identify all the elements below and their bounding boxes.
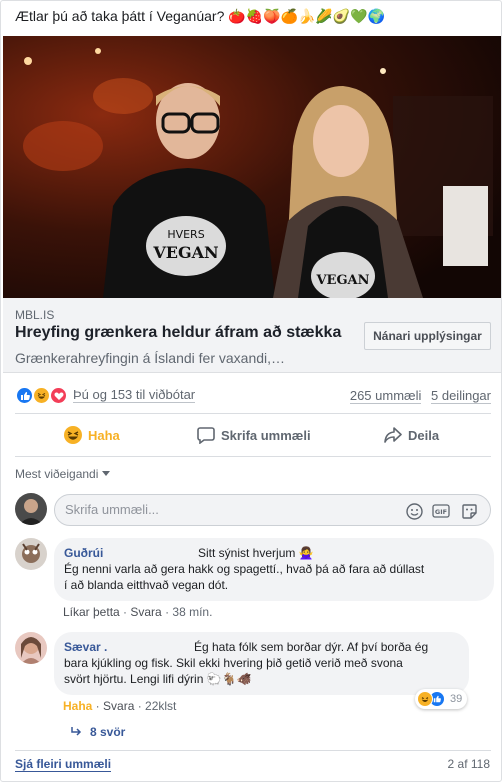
post-actions: Haha Skrifa ummæli Deila [15, 416, 491, 456]
comment-reactions[interactable]: 39 [415, 689, 467, 709]
view-replies-link[interactable]: 8 svör [70, 725, 125, 739]
comment-action-label: Skrifa ummæli [221, 427, 311, 443]
comment-bubble: Sævar . Ég hata fólk sem borðar dýr. Af … [54, 632, 469, 695]
haha-action-label: Haha [88, 427, 120, 443]
comment-bubble: Guðrúi Sitt sýnist hverjum 🙅‍♀️ Ég nenni… [54, 538, 494, 601]
like-comment-link[interactable]: Líkar þetta [63, 605, 120, 619]
comment-text: bara kjúkling og fisk. Skil ekki hvering… [64, 656, 403, 670]
commenter-avatar[interactable] [15, 632, 47, 664]
share-icon [384, 427, 402, 443]
comment-action-button[interactable]: Skrifa ummæli [197, 426, 311, 444]
share-action-label: Deila [408, 427, 440, 443]
comment-text: Ég nenni varla að gera hakk og spagettí.… [64, 562, 425, 576]
reply-comment-link[interactable]: Svara [130, 605, 161, 619]
emoji-icon[interactable] [404, 501, 424, 521]
share-action-button[interactable]: Deila [384, 426, 439, 444]
comments-pager: 2 af 118 [447, 757, 490, 771]
comment-text: Sitt sýnist hverjum 🙅‍♀️ [198, 546, 314, 560]
svg-text:GIF: GIF [435, 508, 447, 516]
comment-sort-label: Mest viðeigandi [15, 467, 99, 481]
divider [15, 750, 491, 751]
more-info-button[interactable]: Nánari upplýsingar [364, 322, 491, 350]
shares-count[interactable]: 5 deilingar [431, 388, 491, 404]
sticker-icon[interactable] [459, 501, 479, 521]
current-user-avatar[interactable] [15, 493, 47, 525]
replies-count-label: 8 svör [90, 725, 126, 739]
comment-text: í að blanda eitthvað vegan dót. [64, 578, 229, 592]
link-description: Grænkerahreyfingin á Íslandi fer vaxandi… [15, 350, 286, 366]
see-more-comments-link[interactable]: Sjá fleiri ummæli [15, 757, 112, 772]
caret-down-icon [102, 471, 111, 476]
post-text: Ætlar þú að taka þátt í Veganúar? 🍅🍓🍑🍊🍌🌽… [15, 8, 386, 24]
reply-arrow-icon [71, 727, 82, 736]
comment-time[interactable]: 22klst [145, 699, 176, 713]
comment-reaction-count: 39 [450, 693, 463, 705]
comment-author[interactable]: Guðrúi [64, 546, 103, 560]
post-counts: 265 ummæli 5 deilingar [344, 388, 491, 404]
comment-sort-dropdown[interactable]: Mest viðeigandi [15, 467, 111, 481]
gif-icon[interactable]: GIF [431, 501, 451, 521]
commenter-avatar[interactable] [15, 538, 47, 570]
haha-comment-link[interactable]: Haha [63, 699, 92, 713]
haha-reaction-icon [417, 691, 433, 707]
reply-comment-link[interactable]: Svara [103, 699, 134, 713]
comment-icon [197, 427, 215, 444]
comment-input[interactable] [65, 502, 385, 517]
comment-composer[interactable]: GIF [54, 494, 491, 526]
link-photo[interactable]: HVERS VEGAN VEGAN [3, 36, 501, 298]
shirt-text-woman: VEGAN [315, 273, 369, 288]
divider [15, 456, 491, 457]
link-preview[interactable]: MBL.IS Hreyfing grænkera heldur áfram að… [3, 298, 501, 373]
link-domain: MBL.IS [15, 308, 55, 322]
link-headline[interactable]: Hreyfing grænkera heldur áfram að stækka [15, 324, 341, 342]
reactions-summary-text[interactable]: Þú og 153 til viðbótar [73, 388, 196, 403]
reactions-summary: Þú og 153 til viðbótar 265 ummæli 5 deil… [15, 384, 491, 408]
comment-text: svört hjörtu. Lengi lifi dýrin 🐑🐐🐗 [64, 672, 252, 686]
divider [15, 413, 491, 414]
haha-reaction-icon [32, 386, 51, 405]
like-reaction-icon [15, 386, 34, 405]
love-reaction-icon [49, 386, 68, 405]
haha-icon [64, 426, 82, 444]
post-card: Ætlar þú að taka þátt í Veganúar? 🍅🍓🍑🍊🍌🌽… [0, 0, 502, 782]
comment-author[interactable]: Sævar . [64, 640, 107, 654]
comment-text: Ég hata fólk sem borðar dýr. Af því borð… [194, 640, 429, 654]
comment-meta: Haha · Svara · 22klst [63, 699, 177, 713]
comment-time[interactable]: 38 mín. [172, 605, 212, 619]
shirt-text-top: HVERS [167, 228, 204, 241]
shirt-text-main: VEGAN [152, 243, 218, 262]
haha-action-button[interactable]: Haha [64, 426, 120, 444]
reaction-icons[interactable] [15, 386, 75, 406]
comment-meta: Líkar þetta · Svara · 38 mín. [63, 605, 213, 619]
comments-count[interactable]: 265 ummæli [349, 388, 422, 404]
photo-illustration: HVERS VEGAN VEGAN [3, 36, 501, 298]
